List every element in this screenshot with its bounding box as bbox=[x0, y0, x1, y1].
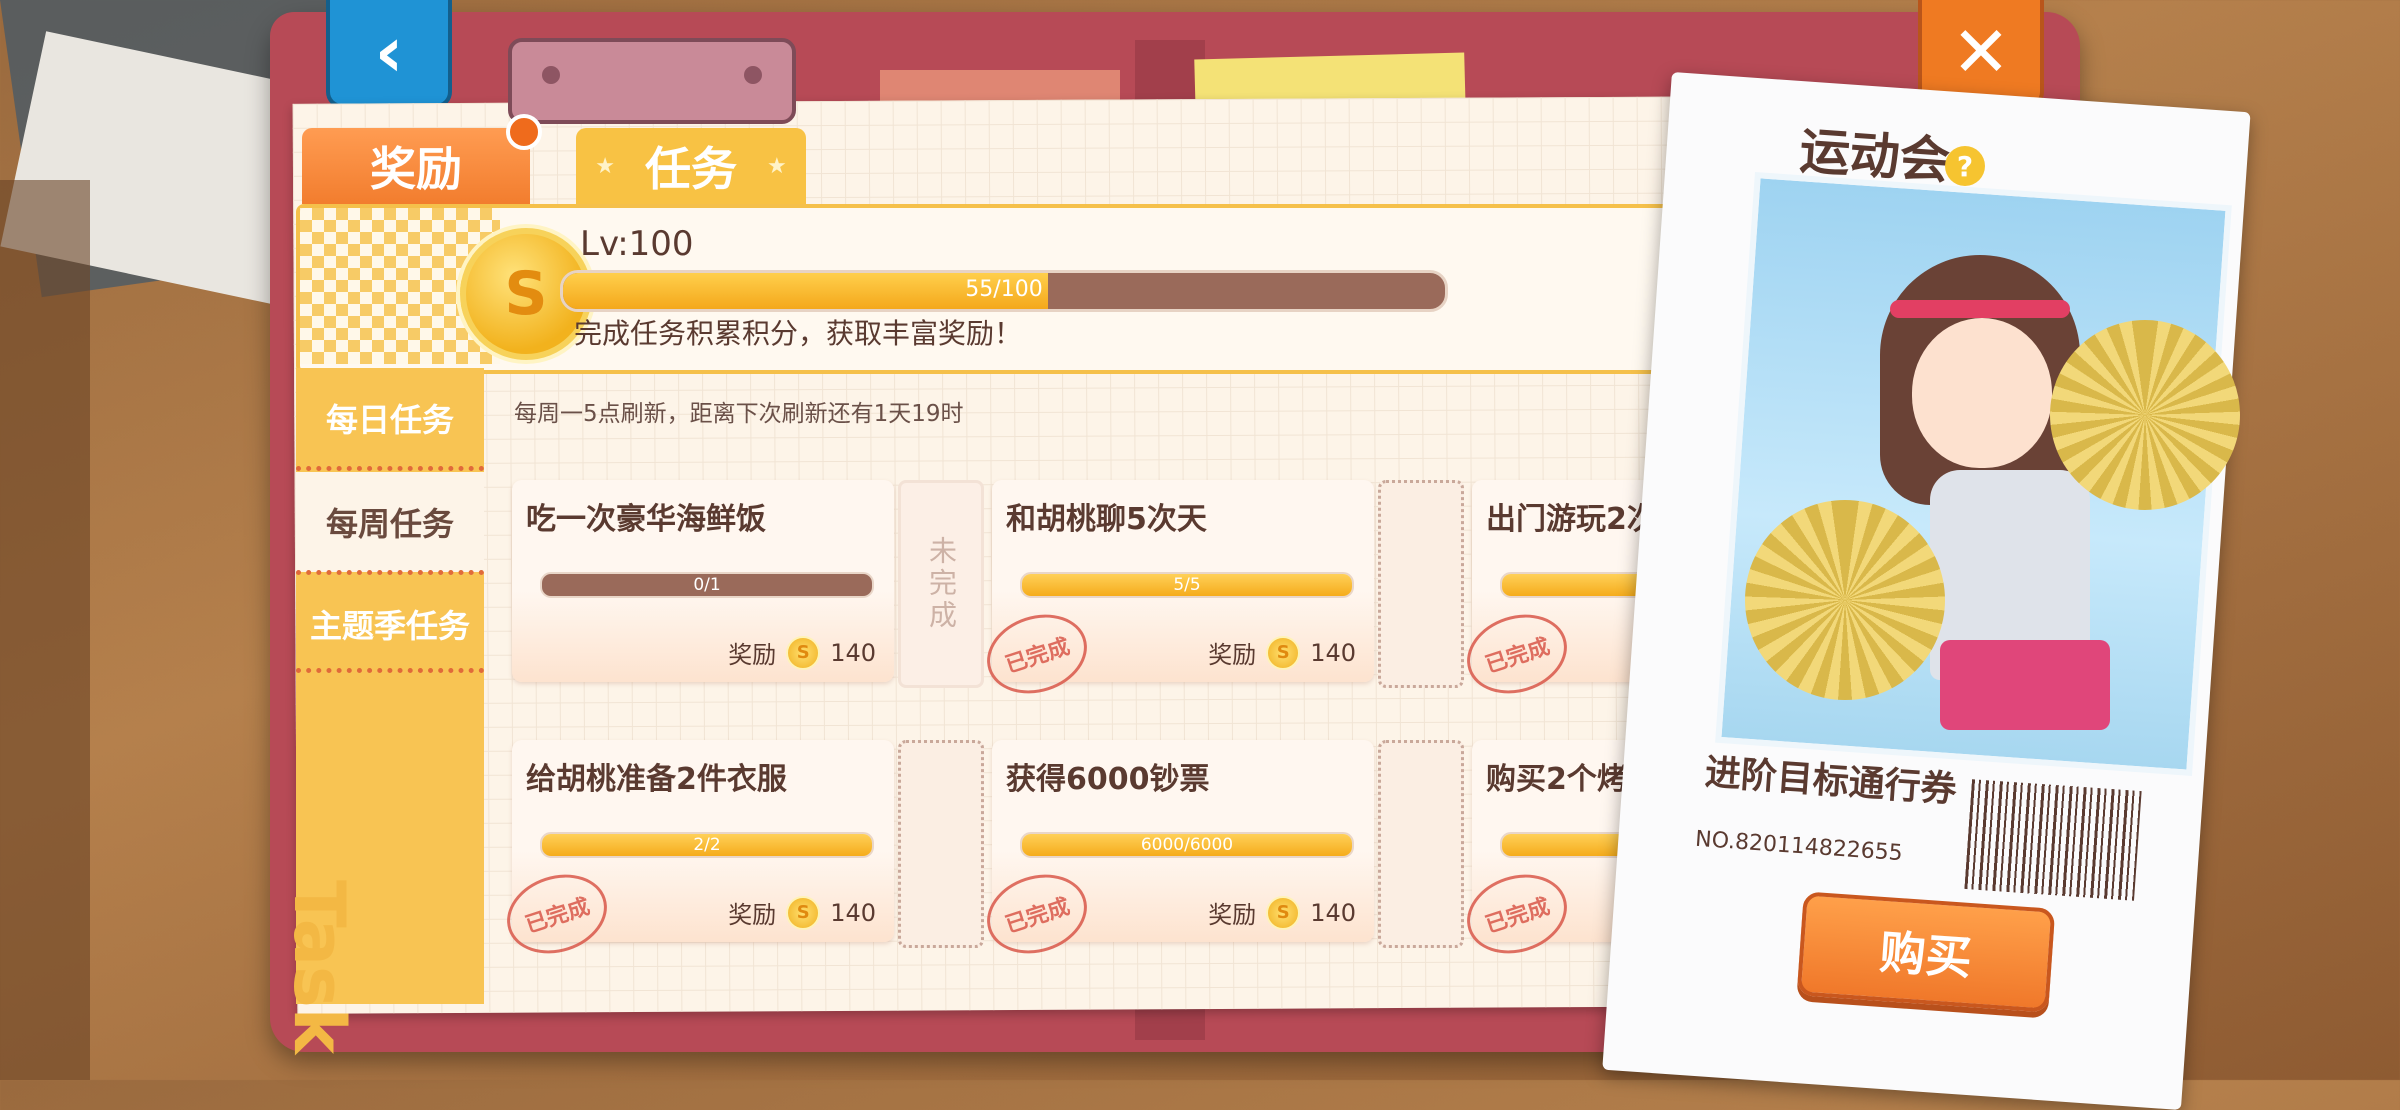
completed-stamp: 已完成 bbox=[1456, 862, 1578, 966]
task-progress-bar: 2/2 bbox=[540, 832, 874, 858]
task-reward: 奖励 S 140 bbox=[1208, 895, 1356, 930]
reward-amount: 140 bbox=[830, 638, 876, 667]
nav-season-tasks[interactable]: 主题季任务 bbox=[296, 574, 484, 674]
pompom-icon bbox=[2050, 320, 2240, 510]
incomplete-slot: 未完成 bbox=[898, 480, 984, 688]
task-title: 获得6000钞票 bbox=[1006, 762, 1210, 797]
nav-weekly-tasks[interactable]: 每周任务 bbox=[296, 472, 484, 572]
task-card[interactable]: 获得6000钞票 6000/6000 已完成 奖励 S 140 bbox=[976, 740, 1374, 966]
character-face bbox=[1912, 318, 2052, 468]
task-title: 和胡桃聊5次天 bbox=[1006, 502, 1207, 537]
task-progress-text: 6000/6000 bbox=[1140, 835, 1234, 855]
help-icon[interactable]: ? bbox=[1945, 146, 1985, 186]
task-card[interactable]: 吃一次豪华海鲜饭 0/1 奖励 S 140 bbox=[512, 480, 894, 682]
coin-icon: S bbox=[1266, 635, 1301, 670]
empty-slot bbox=[898, 740, 984, 948]
nav-daily-tasks[interactable]: 每日任务 bbox=[296, 368, 484, 468]
task-title: 给胡桃准备2件衣服 bbox=[526, 762, 787, 797]
nav-weekly-label: 每周任务 bbox=[325, 505, 454, 543]
task-progress-text: 0/1 bbox=[693, 575, 721, 595]
task-card[interactable]: 和胡桃聊5次天 5/5 已完成 奖励 S 140 bbox=[976, 480, 1374, 706]
level-description: 完成任务积累积分，获取丰富奖励！ bbox=[574, 317, 1023, 350]
task-reward: 奖励 S 140 bbox=[728, 635, 876, 670]
level-label: Lv:100 bbox=[580, 224, 694, 264]
reward-label: 奖励 bbox=[1208, 901, 1257, 929]
task-progress-bar: 6000/6000 bbox=[1020, 832, 1354, 858]
completed-stamp: 已完成 bbox=[496, 862, 618, 966]
back-arrow-icon: ‹ bbox=[374, 11, 404, 93]
nav-season-label: 主题季任务 bbox=[309, 607, 470, 645]
star-icon: ★ bbox=[595, 153, 615, 179]
completed-stamp: 已完成 bbox=[976, 602, 1098, 706]
task-reward: 奖励 S 140 bbox=[728, 895, 876, 930]
level-progress-bar: 55/100 bbox=[560, 270, 1448, 312]
back-button[interactable]: ‹ bbox=[326, 0, 452, 108]
character-headband bbox=[1890, 300, 2070, 318]
reward-label: 奖励 bbox=[1208, 641, 1257, 669]
nav-daily-label: 每日任务 bbox=[325, 401, 454, 439]
task-reward: 奖励 S 140 bbox=[1208, 635, 1356, 670]
coin-icon: S bbox=[786, 635, 821, 670]
buy-button[interactable]: 购买 bbox=[1796, 891, 2056, 1013]
nav-divider bbox=[296, 466, 484, 471]
reward-amount: 140 bbox=[1310, 898, 1356, 927]
coin-icon: S bbox=[1266, 895, 1301, 930]
task-card[interactable]: 给胡桃准备2件衣服 2/2 已完成 奖励 S 140 bbox=[496, 740, 894, 966]
reward-amount: 140 bbox=[1310, 638, 1356, 667]
tab-reward-label: 奖励 bbox=[370, 142, 462, 196]
task-title: 出门游玩2次 bbox=[1486, 502, 1657, 537]
paper-clip bbox=[508, 38, 796, 124]
empty-slot bbox=[1378, 480, 1464, 688]
tab-task-label: 任务 bbox=[645, 142, 737, 196]
coin-icon: S bbox=[786, 895, 821, 930]
nav-watermark: Task bbox=[278, 880, 360, 1055]
level-progress-text: 55/100 bbox=[965, 277, 1043, 302]
reward-label: 奖励 bbox=[728, 901, 777, 929]
task-progress-text: 5/5 bbox=[1173, 575, 1201, 595]
tab-reward[interactable]: 奖励 bbox=[302, 114, 542, 204]
character-skirt bbox=[1940, 640, 2110, 730]
task-progress-text: 2/2 bbox=[693, 835, 721, 855]
notification-dot-icon bbox=[506, 114, 542, 150]
task-grid: 吃一次豪华海鲜饭 0/1 奖励 S 140 未完成 和胡桃聊5次天 5/5 已完成 … bbox=[488, 440, 1728, 1006]
task-progress-bar: 5/5 bbox=[1020, 572, 1354, 598]
pompom-icon bbox=[1745, 500, 1945, 700]
barcode-icon bbox=[1964, 779, 2142, 901]
reward-amount: 140 bbox=[830, 898, 876, 927]
reward-label: 奖励 bbox=[728, 641, 777, 669]
star-icon: ★ bbox=[767, 153, 787, 179]
empty-slot bbox=[1378, 740, 1464, 948]
tab-task[interactable]: ★ 任务 ★ bbox=[576, 128, 806, 204]
task-progress-bar: 0/1 bbox=[540, 572, 874, 598]
nav-divider bbox=[296, 668, 484, 673]
ticket-title: 运动会 bbox=[1797, 121, 1952, 191]
refresh-notice: 每周一5点刷新，距离下次刷新还有1天19时 bbox=[514, 401, 964, 427]
close-icon: ✕ bbox=[1951, 11, 2011, 93]
completed-stamp: 已完成 bbox=[976, 862, 1098, 966]
incomplete-label: 未完成 bbox=[925, 536, 958, 632]
completed-stamp: 已完成 bbox=[1456, 602, 1578, 706]
task-title: 吃一次豪华海鲜饭 bbox=[526, 502, 766, 537]
desk-shadow bbox=[0, 180, 90, 1080]
